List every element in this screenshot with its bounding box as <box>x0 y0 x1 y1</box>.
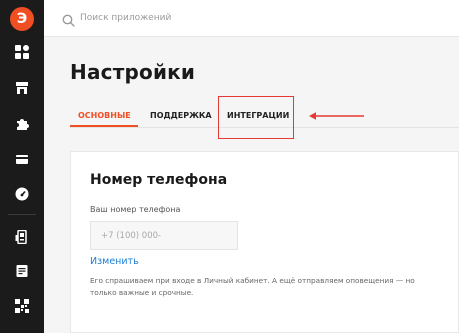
card-icon[interactable] <box>14 151 30 167</box>
phone-hint-text: Его спрашиваем при входе в Личный кабине… <box>90 276 415 297</box>
tab-support[interactable]: Поддержка <box>150 111 212 135</box>
tab-general[interactable]: Основные <box>78 111 131 135</box>
qr-code-icon[interactable] <box>14 298 30 314</box>
search-icon <box>62 12 75 27</box>
phone-field-label: Ваш номер телефона <box>90 205 181 214</box>
brand-logo[interactable]: Э <box>10 7 34 31</box>
sidebar: Э <box>0 0 44 333</box>
puzzle-icon[interactable] <box>14 116 30 132</box>
pointer-arrow-icon <box>309 112 364 120</box>
receipt-icon[interactable] <box>14 263 30 279</box>
sidebar-divider <box>8 214 36 215</box>
store-icon[interactable] <box>14 80 30 96</box>
integrations-highlight-box <box>218 96 294 139</box>
device-icon[interactable] <box>14 229 30 245</box>
search-input[interactable] <box>80 9 380 27</box>
app-window: Э Настройк <box>0 0 459 333</box>
phone-number-input[interactable] <box>90 221 238 250</box>
top-bar <box>44 0 459 37</box>
card-title: Номер телефона <box>90 172 228 188</box>
dashboard-icon[interactable] <box>14 44 30 60</box>
page-title: Настройки <box>70 60 196 84</box>
speedometer-icon[interactable] <box>14 186 30 202</box>
phone-settings-card: Номер телефона Ваш номер телефона Измени… <box>70 151 459 333</box>
change-phone-link[interactable]: Изменить <box>90 256 139 267</box>
main-content: Настройки Основные Поддержка Интеграции … <box>44 37 459 333</box>
brand-logo-letter: Э <box>16 11 28 27</box>
